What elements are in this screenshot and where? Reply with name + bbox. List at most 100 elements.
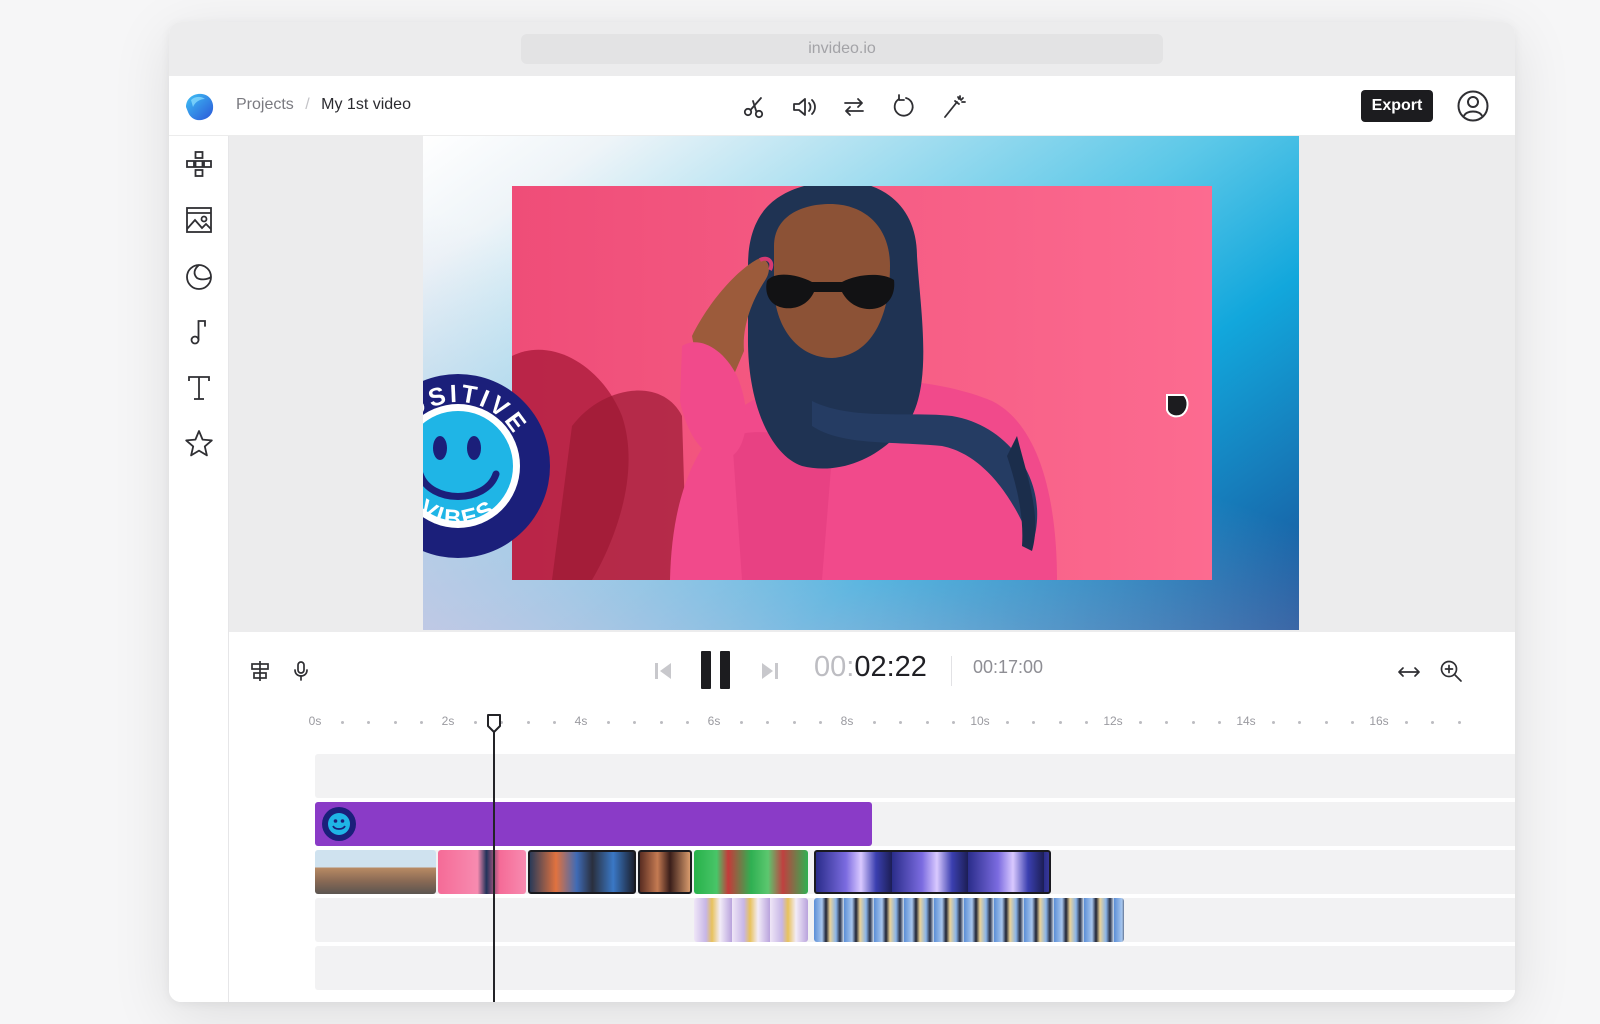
sidebar-item-text[interactable] <box>183 372 215 404</box>
video-clip[interactable] <box>813 850 1052 894</box>
playhead-handle[interactable] <box>486 714 502 734</box>
account-icon[interactable] <box>1456 89 1490 123</box>
magic-wand-icon <box>944 95 966 118</box>
ruler-tick <box>1191 721 1195 724</box>
ruler-tick <box>1138 721 1142 724</box>
timeline-panel: 00:02:22 00:17:00 0s 2s 4s 6s 8s 10s 12s 14s 16s <box>229 632 1515 1002</box>
text-icon <box>188 376 210 400</box>
mouse-cursor-icon <box>1166 394 1189 418</box>
sticker-icon <box>186 264 212 290</box>
video-frame-photo[interactable] <box>512 186 1212 580</box>
breadcrumb-projects-link[interactable]: Projects <box>236 96 294 113</box>
pause-button[interactable] <box>699 649 733 691</box>
sidebar-item-music[interactable] <box>183 316 215 348</box>
video-clip[interactable] <box>438 850 526 894</box>
ruler-tick <box>819 721 823 724</box>
timecode-hours: 00: <box>814 651 855 683</box>
sticker-thumbnail-icon <box>322 807 356 841</box>
skip-back-icon[interactable] <box>652 660 674 682</box>
timeline-track-audio[interactable] <box>315 946 1515 990</box>
audio-tool-button[interactable] <box>790 93 818 121</box>
ruler-tick <box>1351 721 1355 724</box>
ruler-tick <box>872 721 876 724</box>
ruler-tick <box>1457 721 1461 724</box>
layout-icon <box>186 151 212 177</box>
rotate-tool-button[interactable] <box>890 93 918 121</box>
ruler-tick-label: 14s <box>1236 714 1256 728</box>
ruler-tick-label: 0s <box>308 714 322 728</box>
playhead-line <box>493 724 495 1002</box>
timecode-value: 02:22 <box>854 651 927 683</box>
sidebar-item-layout[interactable] <box>183 148 215 180</box>
ruler-tick-label: 10s <box>970 714 990 728</box>
timeline-track-sticker[interactable] <box>315 802 1515 846</box>
ruler-tick-label: 12s <box>1103 714 1123 728</box>
video-clip[interactable] <box>813 898 1125 942</box>
swap-tool-button[interactable] <box>840 93 868 121</box>
ruler-tick-label: 2s <box>441 714 455 728</box>
address-bar[interactable]: invideo.io <box>521 34 1163 64</box>
video-clip[interactable] <box>315 850 437 894</box>
total-duration: 00:17:00 <box>973 657 1044 677</box>
scissors-icon <box>743 97 764 119</box>
video-clip[interactable] <box>637 850 693 894</box>
star-icon <box>185 430 213 457</box>
magic-tool-button[interactable] <box>940 93 968 121</box>
ruler-tick <box>1324 721 1328 724</box>
positive-vibes-sticker[interactable]: POSITIVE VIBES <box>423 368 556 564</box>
ruler-tick <box>1032 721 1036 724</box>
breadcrumb: Projects / My 1st video <box>236 96 411 114</box>
timeline-track-video-2[interactable] <box>315 898 1515 942</box>
tools-sidebar <box>169 136 229 1002</box>
zoom-in-icon <box>1440 660 1462 682</box>
ruler-tick <box>1005 721 1009 724</box>
ruler-tick <box>952 721 956 724</box>
fit-timeline-button[interactable] <box>1397 660 1421 684</box>
ruler-tick <box>340 721 344 724</box>
video-clip[interactable] <box>527 850 636 894</box>
ruler-tick <box>1165 721 1169 724</box>
music-icon <box>190 320 206 345</box>
project-title[interactable]: My 1st video <box>321 96 411 113</box>
align-icon <box>251 661 269 681</box>
zoom-in-button[interactable] <box>1439 659 1463 683</box>
timeline-track-overlay[interactable] <box>315 754 1515 798</box>
ruler-tick-label: 4s <box>574 714 588 728</box>
sidebar-item-stickers[interactable] <box>183 260 215 292</box>
timeline-track-video[interactable] <box>315 850 1515 894</box>
timeline-ruler[interactable]: 0s 2s 4s 6s 8s 10s 12s 14s 16s <box>229 714 1515 738</box>
ruler-tick <box>1058 721 1062 724</box>
split-tool-button[interactable] <box>740 93 768 121</box>
microphone-icon <box>294 661 308 681</box>
video-clip[interactable] <box>694 898 809 942</box>
invideo-logo-icon[interactable] <box>183 90 217 124</box>
timecode-divider <box>951 656 952 686</box>
video-clip[interactable] <box>694 850 809 894</box>
ruler-tick <box>553 721 557 724</box>
ruler-tick <box>686 721 690 724</box>
browser-toolbar: invideo.io <box>169 22 1515 76</box>
woman-in-hijab-image <box>512 186 1212 580</box>
align-tracks-button[interactable] <box>248 659 272 683</box>
volume-icon <box>793 98 816 116</box>
skip-forward-icon[interactable] <box>759 660 781 682</box>
ruler-tick <box>1085 721 1089 724</box>
sticker-clip[interactable] <box>315 802 872 846</box>
ruler-tick <box>1431 721 1435 724</box>
preview-stage: POSITIVE VIBES <box>229 136 1515 656</box>
media-icon <box>186 207 212 233</box>
editor-header: Projects / My 1st video Export <box>169 76 1515 136</box>
ruler-tick <box>633 721 637 724</box>
ruler-tick <box>393 721 397 724</box>
ruler-tick <box>420 721 424 724</box>
video-canvas[interactable]: POSITIVE VIBES <box>423 136 1299 630</box>
sidebar-item-favorites[interactable] <box>183 428 215 460</box>
export-button[interactable]: Export <box>1361 90 1433 122</box>
ruler-tick-label: 8s <box>840 714 854 728</box>
ruler-tick <box>925 721 929 724</box>
ruler-tick-label: 6s <box>707 714 721 728</box>
record-voiceover-button[interactable] <box>289 659 313 683</box>
ruler-tick <box>473 721 477 724</box>
sidebar-item-media[interactable] <box>183 204 215 236</box>
rotate-icon <box>893 94 914 117</box>
